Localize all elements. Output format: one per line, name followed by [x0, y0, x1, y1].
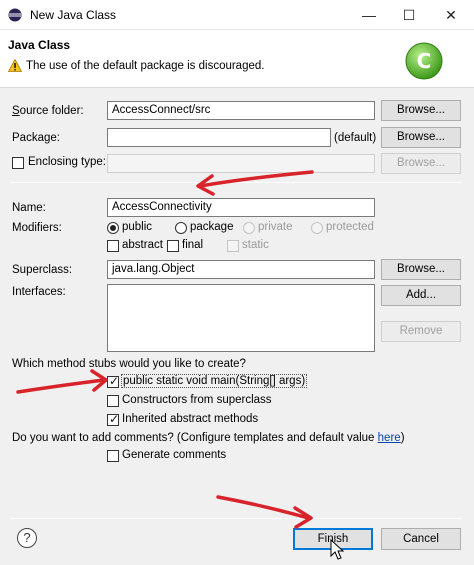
package-radio-label: package: [190, 221, 234, 233]
package-label: Package:: [12, 132, 60, 144]
package-input[interactable]: [107, 128, 331, 147]
public-radio[interactable]: [107, 222, 119, 234]
enclosing-type-checkbox[interactable]: [12, 157, 24, 169]
protected-radio-label: protected: [326, 221, 374, 233]
abstract-checkbox[interactable]: [107, 240, 119, 252]
generate-comments-checkbox[interactable]: [107, 450, 119, 462]
footer-separator: [10, 518, 462, 519]
warning-icon: [8, 59, 22, 72]
add-interface-button[interactable]: Add...: [381, 285, 461, 306]
constructors-checkbox[interactable]: [107, 395, 119, 407]
red-arrow-icon: [216, 495, 310, 520]
abstract-checkbox-label: abstract: [122, 239, 163, 251]
configure-templates-link[interactable]: here: [378, 432, 401, 444]
enclosing-type-label: Enclosing type:: [28, 156, 106, 168]
inherited-methods-checkbox[interactable]: [107, 412, 119, 426]
generate-comments-checkbox-label: Generate comments: [122, 449, 227, 461]
remove-interface-button[interactable]: Remove: [381, 321, 461, 342]
superclass-input[interactable]: java.lang.Object: [107, 260, 375, 279]
private-radio-label: private: [258, 221, 293, 233]
wizard-header: [0, 30, 474, 88]
window-title: New Java Class: [30, 8, 117, 22]
separator: [10, 182, 462, 183]
wizard-title: Java Class: [8, 38, 71, 52]
static-checkbox-label: static: [242, 239, 269, 251]
enclosing-type-input[interactable]: [107, 154, 375, 173]
private-radio[interactable]: [243, 222, 255, 234]
finish-button[interactable]: Finish: [293, 528, 373, 550]
package-default-label: (default): [334, 132, 377, 144]
eclipse-app-icon: [8, 8, 22, 22]
modifiers-label: Modifiers:: [12, 222, 62, 234]
final-checkbox[interactable]: [167, 240, 179, 252]
logo-letter: C: [417, 49, 432, 73]
red-arrow-head-icon: [90, 369, 108, 392]
enclosing-type-browse-button[interactable]: Browse...: [381, 153, 461, 174]
static-checkbox[interactable]: [227, 240, 239, 252]
maximize-button[interactable]: ☐: [394, 4, 424, 26]
public-radio-label: public: [122, 221, 153, 233]
interfaces-list[interactable]: [107, 284, 375, 352]
package-radio[interactable]: [175, 222, 187, 234]
java-class-logo-icon: C: [405, 42, 443, 80]
inherited-methods-checkbox-label: Inherited abstract methods: [122, 413, 259, 425]
final-checkbox-label: final: [182, 239, 204, 251]
close-button[interactable]: ✕: [436, 4, 466, 26]
minimize-button[interactable]: —: [354, 4, 384, 26]
red-arrow-icon: [16, 378, 106, 394]
help-icon[interactable]: ?: [17, 528, 37, 548]
protected-radio[interactable]: [311, 222, 323, 234]
interfaces-label: Interfaces:: [12, 286, 66, 298]
source-folder-browse-button[interactable]: Browse...: [381, 100, 461, 121]
main-method-checkbox-label: public static void main(String[] args): [121, 374, 308, 388]
source-folder-label: Source folder:: [12, 105, 84, 117]
superclass-browse-button[interactable]: Browse...: [381, 259, 461, 280]
name-label: Name:: [12, 202, 46, 214]
superclass-label: Superclass:: [12, 264, 73, 276]
main-method-checkbox[interactable]: [107, 374, 119, 388]
method-stubs-question: Which method stubs would you like to cre…: [12, 358, 246, 370]
red-arrow-icon: [198, 170, 314, 188]
cancel-button[interactable]: Cancel: [381, 528, 461, 550]
red-arrow-head-icon: [196, 174, 215, 196]
constructors-checkbox-label: Constructors from superclass: [122, 394, 272, 406]
source-folder-input[interactable]: AccessConnect/src: [107, 101, 375, 120]
warning-message: The use of the default package is discou…: [26, 60, 265, 72]
comments-question: Do you want to add comments? (Configure …: [12, 432, 405, 444]
package-browse-button[interactable]: Browse...: [381, 127, 461, 148]
name-input[interactable]: AccessConnectivity: [107, 198, 375, 217]
